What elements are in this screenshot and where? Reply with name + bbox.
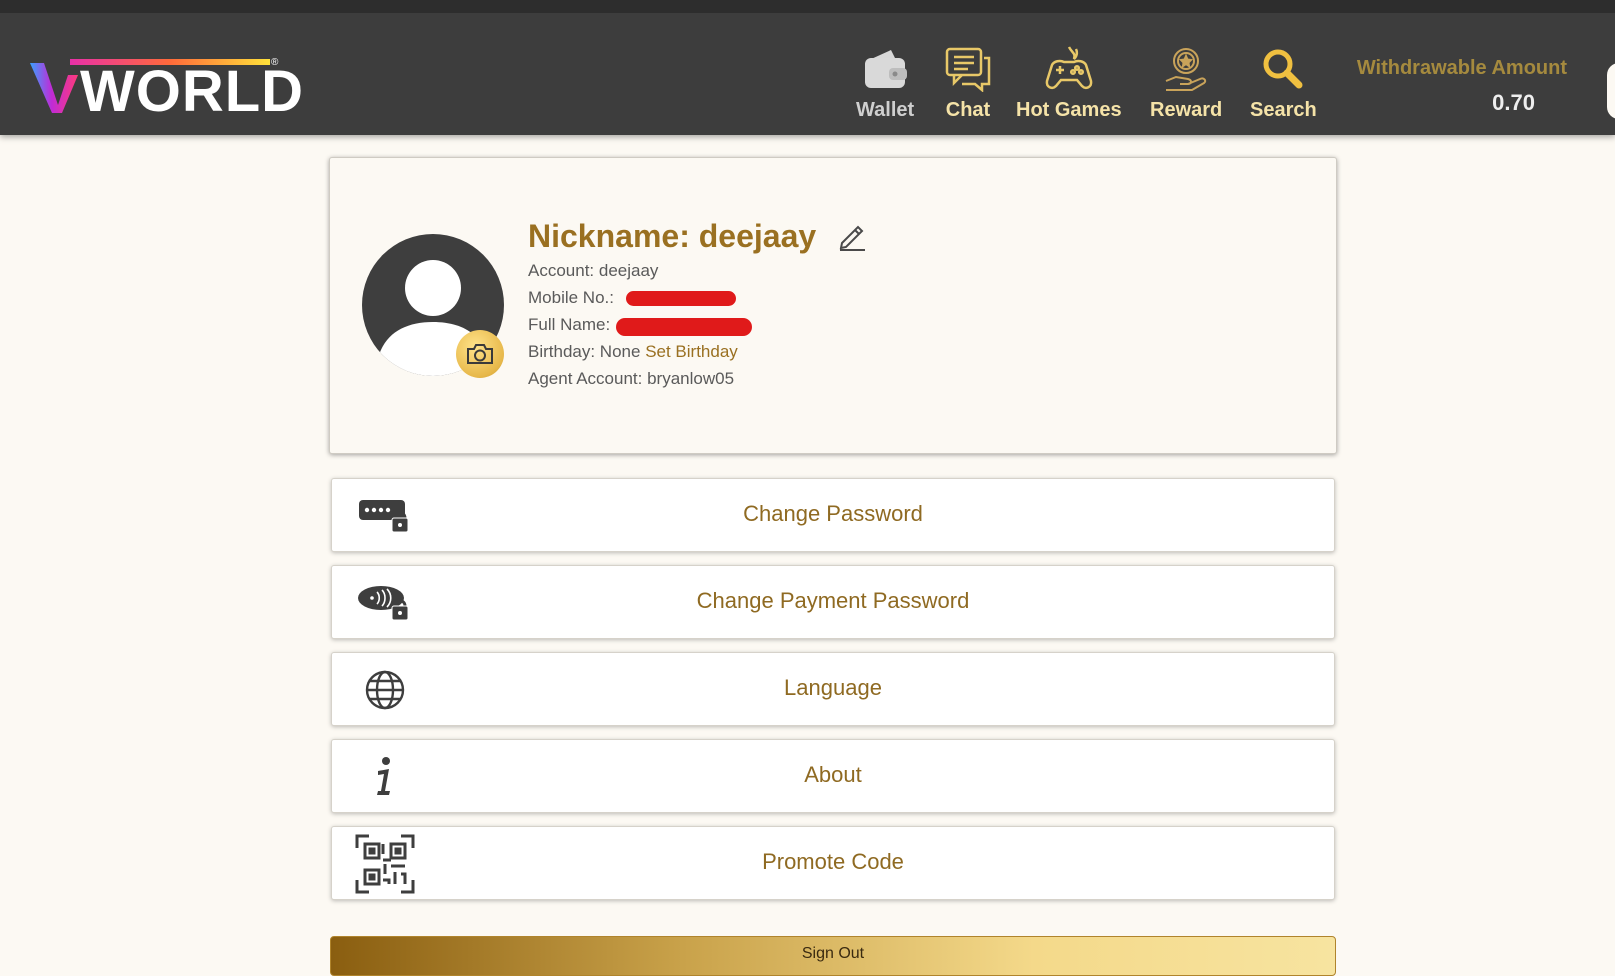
about-button[interactable]: About — [331, 739, 1335, 813]
promote-code-label: Promote Code — [762, 849, 904, 874]
change-password-button[interactable]: Change Password — [331, 478, 1335, 552]
sign-out-label: Sign Out — [801, 945, 865, 962]
nav-wallet-label: Wallet — [856, 99, 915, 121]
nav-search[interactable]: Search — [1250, 43, 1317, 129]
nav-chat[interactable]: Chat — [942, 43, 994, 129]
nav-hot-games-label: Hot Games — [1016, 99, 1122, 121]
logo-text: WORLD — [80, 59, 305, 124]
language-label: Language — [784, 675, 882, 700]
change-payment-password-button[interactable]: Change Payment Password — [331, 565, 1335, 639]
nav-search-label: Search — [1250, 99, 1317, 121]
withdrawable-amount-value: 0.70 — [1492, 90, 1535, 115]
fullname-info: Full Name: — [528, 315, 610, 335]
top-navigation-bar: WORLD ® Wallet Chat Hot Games Reward Sea… — [0, 0, 1615, 135]
nickname-row: Nickname: deejaay — [528, 218, 868, 255]
vworld-logo[interactable]: WORLD ® — [28, 57, 303, 121]
reward-icon — [1160, 43, 1212, 95]
account-info: Account: deejaay — [528, 261, 659, 280]
chat-icon — [942, 43, 994, 95]
camera-icon — [467, 344, 493, 364]
language-button[interactable]: Language — [331, 652, 1335, 726]
edit-nickname-icon[interactable] — [836, 221, 868, 253]
nav-chat-label: Chat — [945, 99, 991, 121]
nav-hot-games[interactable]: Hot Games — [1016, 43, 1122, 129]
fullname-redaction — [616, 318, 752, 336]
birthday-label: Birthday: None — [528, 342, 641, 361]
search-icon — [1257, 43, 1309, 95]
gamepad-icon — [1043, 43, 1095, 95]
nav-reward[interactable]: Reward — [1150, 43, 1222, 129]
change-password-label: Change Password — [743, 501, 923, 526]
mobile-info: Mobile No.: — [528, 288, 614, 308]
nickname: Nickname: deejaay — [528, 218, 817, 254]
nav-wallet[interactable]: Wallet — [856, 43, 914, 129]
withdrawable-amount-label: Withdrawable Amount — [1356, 57, 1567, 79]
fullname-label: Full Name: — [528, 315, 611, 334]
promote-code-button[interactable]: Promote Code — [331, 826, 1335, 900]
change-payment-password-label: Change Payment Password — [696, 588, 970, 613]
side-panel-tab[interactable] — [1607, 63, 1615, 119]
wallet-icon — [859, 43, 911, 95]
mobile-redaction — [626, 291, 736, 306]
change-avatar-button[interactable] — [456, 330, 504, 378]
agent-account-info: Agent Account: bryanlow05 — [528, 369, 735, 388]
set-birthday-link[interactable]: Set Birthday — [645, 342, 738, 361]
registered-mark: ® — [271, 57, 279, 68]
mobile-label: Mobile No.: — [528, 288, 614, 307]
nav-reward-label: Reward — [1150, 99, 1223, 121]
about-label: About — [804, 762, 862, 787]
sign-out-button[interactable]: Sign Out — [330, 936, 1336, 976]
profile-card: Nickname: deejaay Account: deejaay Mobil… — [329, 157, 1337, 454]
v-logo-mark-icon — [30, 63, 78, 113]
birthday-info: Birthday: None Set Birthday — [528, 342, 738, 362]
